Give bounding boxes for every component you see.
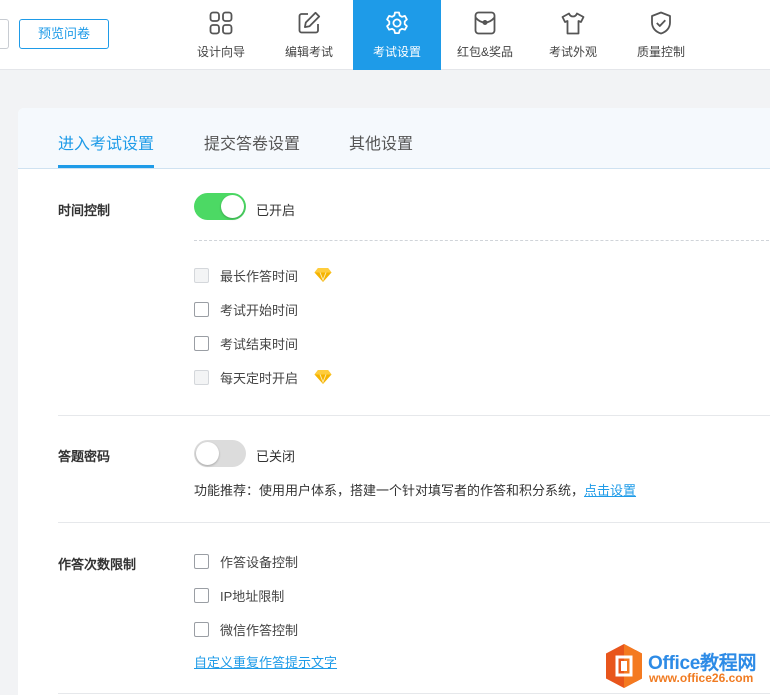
checkbox[interactable]	[194, 335, 209, 351]
time-control-toggle[interactable]	[194, 193, 246, 220]
time-control-status: 已开启	[256, 203, 296, 218]
option-ip-limit[interactable]: IP地址限制	[194, 587, 285, 604]
toggle-knob	[221, 195, 244, 218]
option-exam-end-time[interactable]: 考试结束时间	[194, 335, 299, 352]
dashed-divider	[194, 240, 770, 241]
password-toggle[interactable]	[194, 440, 246, 467]
nav-item-label: 设计向导	[196, 45, 245, 59]
red-packet-icon	[474, 11, 496, 35]
option-label: 考试结束时间	[220, 336, 299, 352]
password-label: 答题密码	[58, 449, 111, 464]
option-label: 考试开始时间	[220, 302, 299, 318]
premium-diamond-icon	[314, 268, 332, 282]
tab-submit-settings[interactable]: 提交答卷设置	[204, 130, 300, 154]
active-tab-indicator	[58, 165, 154, 168]
option-label: 每天定时开启	[220, 370, 299, 386]
nav-item-design-guide[interactable]: 设计向导	[177, 0, 265, 70]
option-label: 最长作答时间	[220, 268, 299, 284]
toggle-knob	[196, 442, 219, 465]
attempt-limit-label: 作答次数限制	[58, 557, 137, 572]
top-toolbar: 预览问卷 设计向导 编辑考试 考试设置 红包&奖品 考试外观 质量控制	[0, 0, 770, 70]
checkbox[interactable]	[194, 553, 209, 569]
tab-enter-exam-settings[interactable]: 进入考试设置	[58, 130, 154, 154]
premium-diamond-icon	[314, 370, 332, 384]
option-max-answer-time[interactable]: 最长作答时间	[194, 267, 332, 284]
watermark: Office教程网 www.office26.com	[604, 643, 770, 693]
nav-item-label: 考试设置	[372, 45, 421, 59]
nav-item-red-packet[interactable]: 红包&奖品	[441, 0, 529, 70]
watermark-url: www.office26.com	[649, 671, 754, 685]
settings-card: 进入考试设置 提交答卷设置 其他设置 时间控制 已开启 最长作答时间 考试开始时…	[18, 108, 770, 695]
feature-recommendation: 功能推荐：使用用户体系，搭建一个针对填写者的作答和积分系统，点击设置	[194, 480, 636, 499]
nav-item-exam-settings[interactable]: 考试设置	[353, 0, 441, 70]
preview-survey-button[interactable]: 预览问卷	[19, 19, 109, 49]
checkbox[interactable]	[194, 301, 209, 317]
option-wechat-control[interactable]: 微信作答控制	[194, 621, 299, 638]
option-label: IP地址限制	[220, 588, 285, 604]
gear-icon	[386, 11, 408, 34]
recommendation-text: 功能推荐：使用用户体系，搭建一个针对填写者的作答和积分系统，	[194, 483, 585, 498]
nav-item-quality-control[interactable]: 质量控制	[617, 0, 705, 70]
nav-item-label: 质量控制	[636, 45, 685, 59]
checkbox[interactable]	[194, 621, 209, 637]
nav-item-edit-exam[interactable]: 编辑考试	[265, 0, 353, 70]
tab-other-settings[interactable]: 其他设置	[349, 130, 413, 154]
option-label: 作答设备控制	[220, 554, 299, 570]
settings-tabs: 进入考试设置 提交答卷设置 其他设置	[18, 108, 770, 169]
click-settings-link[interactable]: 点击设置	[584, 483, 636, 498]
truncated-button[interactable]	[0, 19, 9, 49]
shield-check-icon	[651, 11, 671, 35]
nav-item-label: 考试外观	[548, 45, 597, 59]
tshirt-icon	[561, 12, 585, 35]
checkbox[interactable]	[194, 267, 209, 283]
time-control-label: 时间控制	[58, 203, 111, 218]
section-divider	[58, 693, 770, 694]
section-divider	[58, 522, 770, 523]
custom-repeat-prompt-link[interactable]: 自定义重复作答提示文字	[194, 652, 337, 671]
checkbox[interactable]	[194, 587, 209, 603]
password-status: 已关闭	[256, 449, 296, 464]
edit-icon	[298, 11, 321, 34]
section-divider	[58, 415, 770, 416]
option-device-control[interactable]: 作答设备控制	[194, 553, 299, 570]
checkbox[interactable]	[194, 369, 209, 385]
grid-icon	[209, 11, 233, 35]
option-daily-scheduled-open[interactable]: 每天定时开启	[194, 369, 332, 386]
option-label: 微信作答控制	[220, 622, 299, 638]
option-exam-start-time[interactable]: 考试开始时间	[194, 301, 299, 318]
office-logo-icon	[606, 644, 642, 688]
nav-item-exam-appearance[interactable]: 考试外观	[529, 0, 617, 70]
nav-item-label: 红包&奖品	[456, 45, 513, 59]
nav-item-label: 编辑考试	[284, 45, 333, 59]
main-nav: 设计向导 编辑考试 考试设置 红包&奖品 考试外观 质量控制	[177, 0, 705, 70]
